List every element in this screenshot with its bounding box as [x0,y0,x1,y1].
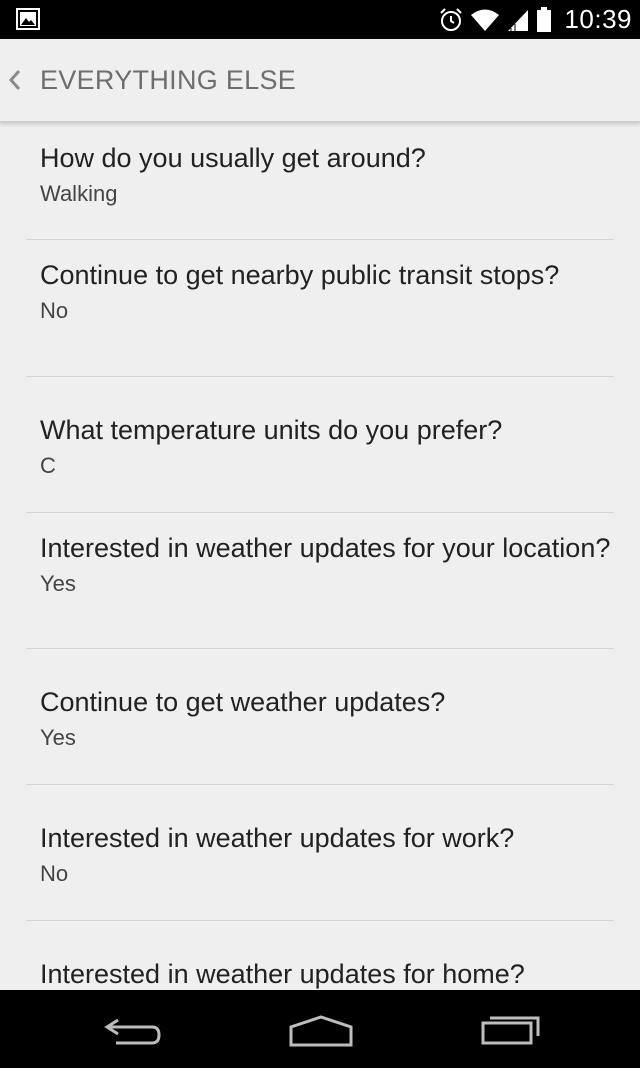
setting-item-weather-work[interactable]: Interested in weather updates for work? … [0,785,640,921]
setting-question: How do you usually get around? [40,143,426,173]
status-time: 10:39 [564,4,632,34]
recents-icon[interactable] [480,1014,542,1046]
setting-answer: Walking [40,181,118,206]
signal-icon [508,9,529,31]
setting-question: Continue to get nearby public transit st… [40,260,560,290]
setting-answer: C [40,453,56,478]
status-icons: 10:39 [438,0,632,39]
image-icon [16,8,40,30]
setting-question: Interested in weather updates for home? [40,959,525,989]
setting-item-transit-stops[interactable]: Continue to get nearby public transit st… [0,240,640,377]
setting-item-travel-mode[interactable]: How do you usually get around? Walking [0,123,640,240]
setting-answer: No [40,298,69,323]
setting-question: Interested in weather updates for work? [40,823,515,853]
home-icon[interactable] [288,1014,354,1048]
page-title[interactable]: EVERYTHING ELSE [40,65,296,96]
chevron-left-icon[interactable] [8,69,22,91]
setting-answer: Yes [40,725,76,750]
back-icon[interactable] [104,1016,162,1046]
settings-list: How do you usually get around? Walking C… [0,123,640,990]
setting-question: What temperature units do you prefer? [40,415,503,445]
nav-bar [0,990,640,1068]
status-bar: 10:39 [0,0,640,39]
setting-answer: Yes [40,571,76,596]
setting-item-weather-updates[interactable]: Continue to get weather updates? Yes [0,649,640,785]
alarm-icon [440,7,463,31]
setting-item-weather-location[interactable]: Interested in weather updates for your l… [0,513,640,649]
wifi-icon [471,9,500,31]
setting-question: Interested in weather updates for your l… [40,533,611,563]
setting-item-weather-home[interactable]: Interested in weather updates for home? [0,921,640,990]
action-bar: EVERYTHING ELSE [0,39,640,123]
setting-item-temperature-units[interactable]: What temperature units do you prefer? C [0,377,640,513]
setting-answer: No [40,861,69,886]
setting-question: Continue to get weather updates? [40,687,446,717]
battery-icon [537,6,552,32]
